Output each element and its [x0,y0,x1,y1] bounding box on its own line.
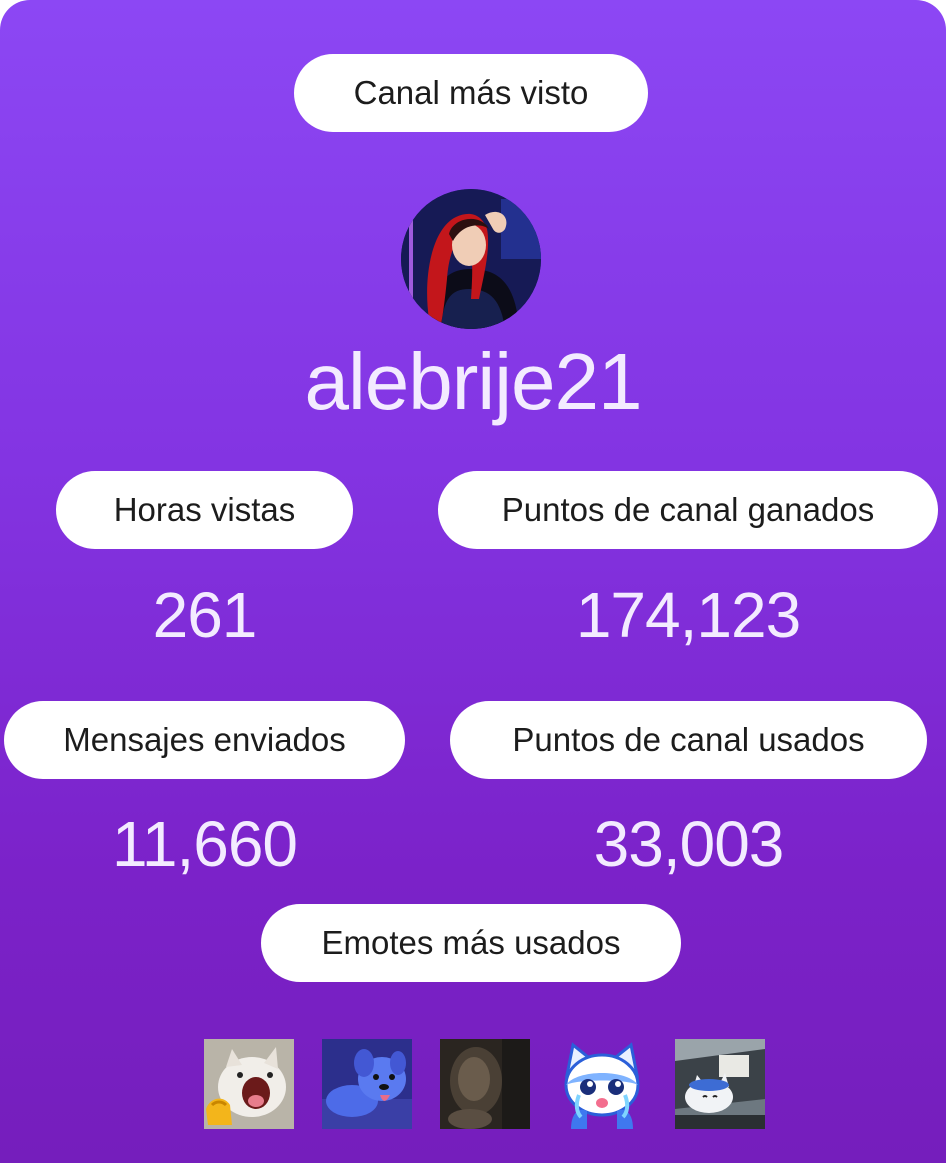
stat-value-messages-sent: 11,660 [112,808,298,880]
most-watched-channel-pill: Canal más visto [294,54,648,132]
top-emotes-pill: Emotes más usados [261,904,681,982]
most-watched-channel-label: Canal más visto [353,74,589,111]
blue-dog-emote-icon[interactable] [322,1039,412,1129]
channel-name[interactable]: alebrije21 [0,336,946,428]
stats-card: Canal más visto alebrije21 Horas vistas … [0,0,946,1163]
stat-pill-messages-sent: Mensajes enviados [4,701,405,779]
crying-cat-emote-icon[interactable] [557,1039,647,1129]
stat-label-messages-sent: Mensajes enviados [63,721,346,758]
stat-value-points-used: 33,003 [593,808,785,880]
stat-value-points-earned: 174,123 [575,579,801,651]
channel-avatar[interactable] [401,189,541,329]
blurry-cat-emote-icon[interactable] [440,1039,530,1129]
screaming-cat-emote-icon[interactable] [204,1039,294,1129]
stat-pill-hours-watched: Horas vistas [56,471,353,549]
stat-label-points-earned: Puntos de canal ganados [501,491,875,528]
stat-label-hours-watched: Horas vistas [113,491,296,528]
stat-pill-points-earned: Puntos de canal ganados [438,471,938,549]
top-emotes-label: Emotes más usados [321,924,621,961]
stat-pill-points-used: Puntos de canal usados [450,701,927,779]
stat-value-hours-watched: 261 [152,579,258,651]
stat-label-points-used: Puntos de canal usados [512,721,865,758]
streamer-avatar-icon [401,189,541,329]
cat-in-car-emote-icon[interactable] [675,1039,765,1129]
